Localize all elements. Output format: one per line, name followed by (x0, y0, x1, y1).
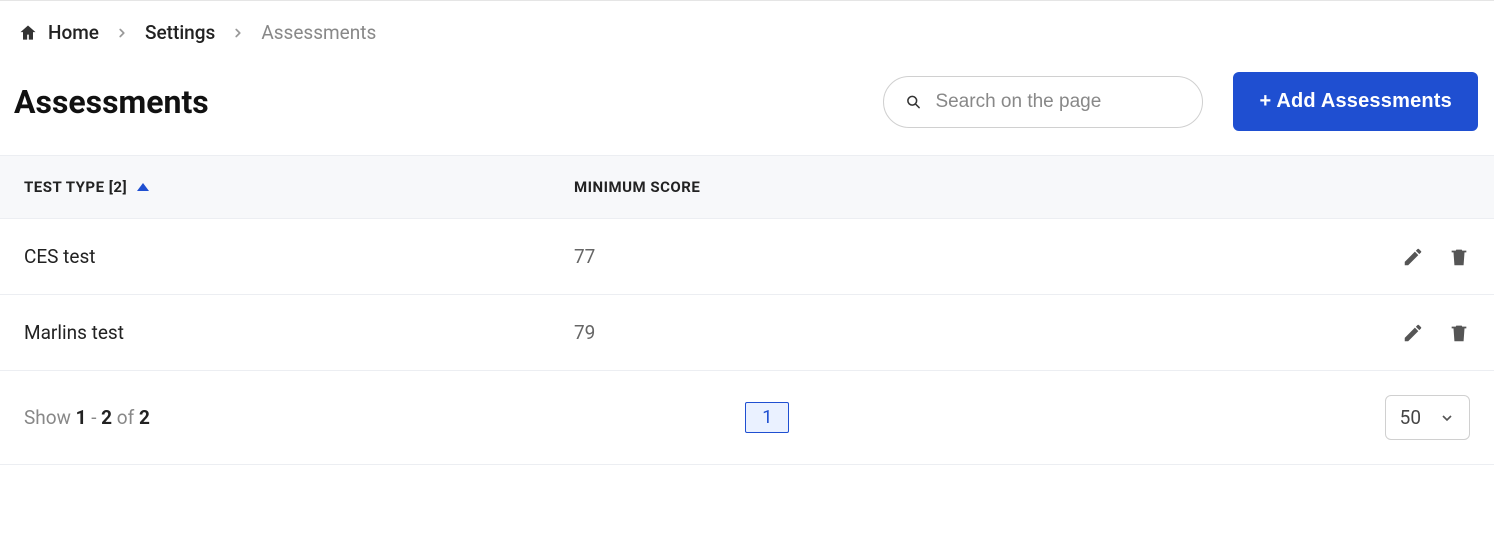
pagination-to: 2 (101, 406, 112, 429)
column-header-minimum-score-label: MINIMUM SCORE (574, 178, 700, 196)
cell-actions (1350, 322, 1470, 344)
pagination-total: 2 (139, 406, 150, 429)
add-assessments-button[interactable]: + Add Assessments (1233, 72, 1478, 131)
header-actions: + Add Assessments (883, 72, 1478, 131)
pagination-of: of (112, 406, 139, 429)
table-row: Marlins test 79 (0, 295, 1494, 371)
breadcrumb-home-label: Home (48, 21, 99, 44)
cell-minimum-score: 77 (574, 245, 1350, 268)
column-header-test-type-label: TEST TYPE [2] (24, 178, 127, 196)
edit-icon[interactable] (1402, 246, 1424, 268)
cell-test-type: Marlins test (24, 321, 574, 344)
cell-minimum-score: 79 (574, 321, 1350, 344)
chevron-right-icon (115, 26, 129, 40)
column-header-test-type[interactable]: TEST TYPE [2] (24, 178, 574, 196)
sort-ascending-icon (137, 183, 149, 191)
column-header-minimum-score[interactable]: MINIMUM SCORE (574, 178, 1350, 196)
table-row: CES test 77 (0, 219, 1494, 295)
search-icon (906, 91, 921, 113)
page-size-selector[interactable]: 50 (1385, 395, 1470, 440)
pagination-summary: Show 1 - 2 of 2 (24, 406, 150, 429)
page-header: Assessments + Add Assessments (0, 54, 1494, 155)
trash-icon[interactable] (1448, 322, 1470, 344)
pagination-from: 1 (76, 406, 87, 429)
breadcrumb-settings[interactable]: Settings (145, 21, 215, 44)
breadcrumb-home[interactable]: Home (18, 21, 99, 44)
cell-actions (1350, 246, 1470, 268)
page-number-current[interactable]: 1 (745, 402, 789, 433)
trash-icon[interactable] (1448, 246, 1470, 268)
page-size-value: 50 (1400, 406, 1421, 429)
chevron-right-icon (231, 26, 245, 40)
search-box[interactable] (883, 76, 1203, 128)
chevron-down-icon (1439, 410, 1455, 426)
table-footer: Show 1 - 2 of 2 1 50 (0, 371, 1494, 465)
column-header-actions (1350, 178, 1470, 196)
show-prefix: Show (24, 406, 76, 429)
home-icon (18, 23, 38, 43)
breadcrumb-current: Assessments (261, 21, 376, 44)
edit-icon[interactable] (1402, 322, 1424, 344)
page-title: Assessments (14, 83, 209, 121)
cell-test-type: CES test (24, 245, 574, 268)
assessments-table: TEST TYPE [2] MINIMUM SCORE CES test 77 … (0, 155, 1494, 371)
pagination-dash: - (86, 406, 101, 429)
table-header: TEST TYPE [2] MINIMUM SCORE (0, 155, 1494, 219)
breadcrumb: Home Settings Assessments (0, 1, 1494, 54)
search-input[interactable] (935, 91, 1180, 113)
pagination-pages: 1 (745, 402, 789, 433)
